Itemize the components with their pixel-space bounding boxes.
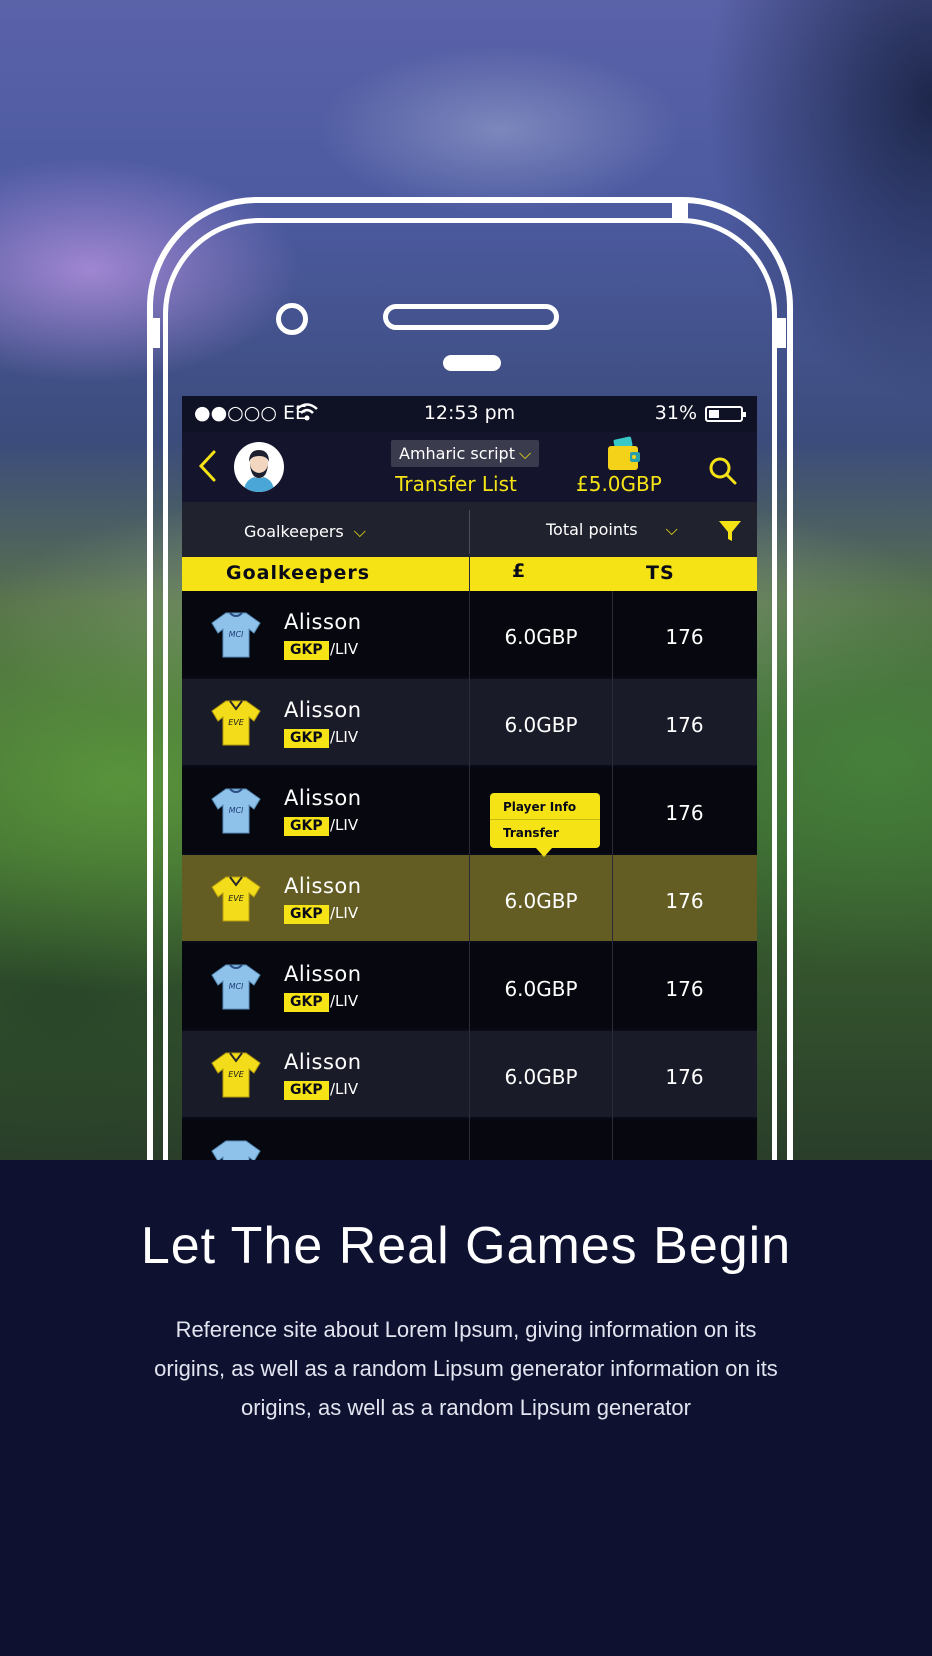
player-name: Alisson — [284, 698, 362, 722]
player-name: Alisson — [284, 962, 362, 986]
position-badge: GKP — [284, 817, 329, 836]
status-bar: ●●○○○ EE 12:53 pm 31% — [182, 396, 757, 432]
front-camera — [276, 303, 308, 335]
promo-headline: Let The Real Games Begin — [140, 1217, 792, 1275]
team-label: /LIV — [330, 728, 359, 746]
player-name: Alisson — [284, 874, 362, 898]
chevron-down-icon: ⌵ — [353, 522, 366, 541]
player-total-score: 176 — [665, 713, 704, 737]
sort-label: Total points — [546, 520, 638, 539]
player-price: 6.0GBP — [504, 889, 578, 913]
jersey-eve-icon: EVE — [211, 700, 261, 746]
position-badge: GKP — [284, 729, 329, 748]
chevron-down-icon: ⌵ — [665, 520, 678, 539]
sort-dropdown[interactable]: Total points ⌵ — [546, 520, 678, 540]
jersey-mci-icon — [211, 1140, 261, 1160]
position-badge: GKP — [284, 993, 329, 1012]
avatar[interactable] — [234, 442, 284, 492]
team-label: /LIV — [330, 1080, 359, 1098]
column-divider — [612, 591, 613, 1160]
player-price: 6.0GBP — [504, 625, 578, 649]
team-label: /LIV — [330, 816, 359, 834]
jersey-mci-icon: MCI — [211, 788, 261, 834]
language-selector[interactable]: Amharic script ⌵ — [391, 440, 540, 467]
column-divider — [469, 557, 470, 1160]
wallet-balance: £5.0GBP — [576, 472, 662, 496]
wallet-icon — [608, 436, 640, 470]
player-total-score: 176 — [665, 889, 704, 913]
header-price[interactable]: £ — [512, 560, 526, 582]
player-price: 6.0GBP — [504, 713, 578, 737]
player-name: Alisson — [284, 1050, 362, 1074]
svg-text:EVE: EVE — [228, 894, 245, 903]
player-total-score: 176 — [665, 801, 704, 825]
jersey-eve-icon: EVE — [211, 876, 261, 922]
battery-percent: 31% — [654, 402, 697, 424]
player-info-option[interactable]: Player Info — [503, 800, 576, 814]
team-label: /LIV — [330, 640, 359, 658]
earpiece-speaker — [383, 304, 559, 330]
jersey-mci-icon: MCI — [211, 612, 261, 658]
transfer-option[interactable]: Transfer — [503, 826, 559, 840]
filter-divider — [469, 510, 470, 554]
search-icon[interactable] — [708, 456, 738, 486]
header-goalkeepers[interactable]: Goalkeepers — [226, 562, 370, 584]
phone-side-button — [150, 318, 160, 348]
user-avatar-icon — [244, 450, 274, 492]
svg-text:MCI: MCI — [229, 982, 244, 991]
position-badge: GKP — [284, 905, 329, 924]
back-icon[interactable] — [196, 448, 218, 484]
svg-text:EVE: EVE — [228, 1070, 245, 1079]
player-total-score: 176 — [665, 1065, 704, 1089]
team-label: /LIV — [330, 992, 359, 1010]
phone-top-button — [672, 200, 688, 220]
header-total-score[interactable]: TS — [646, 562, 675, 584]
position-badge: GKP — [284, 641, 329, 660]
position-filter-label: Goalkeepers — [244, 522, 344, 541]
position-filter-dropdown[interactable]: Goalkeepers ⌵ — [244, 522, 366, 542]
app-screen: ●●○○○ EE 12:53 pm 31% Amharic script ⌵ Tr… — [182, 396, 757, 1160]
player-price: 6.0GBP — [504, 1065, 578, 1089]
chevron-down-icon: ⌵ — [518, 444, 532, 463]
battery-icon — [705, 406, 746, 422]
popup-pointer — [536, 848, 552, 857]
language-label: Amharic script — [399, 444, 515, 463]
svg-text:MCI: MCI — [229, 630, 244, 639]
filter-bar: Goalkeepers ⌵ Total points ⌵ — [182, 502, 757, 557]
svg-text:MCI: MCI — [229, 806, 244, 815]
page-title: Transfer List — [395, 472, 517, 496]
phone-side-button — [776, 318, 786, 348]
player-total-score: 176 — [665, 625, 704, 649]
app-header: Amharic script ⌵ Transfer List £5.0GBP — [182, 432, 757, 502]
popup-divider — [490, 819, 600, 820]
team-label: /LIV — [330, 904, 359, 922]
jersey-eve-icon: EVE — [211, 1052, 261, 1098]
filter-funnel-icon[interactable] — [718, 519, 742, 543]
player-price: 6.0GBP — [504, 977, 578, 1001]
jersey-mci-icon: MCI — [211, 964, 261, 1010]
row-action-popup: Player Info Transfer — [490, 793, 600, 857]
player-name: Alisson — [284, 786, 362, 810]
player-name: Alisson — [284, 610, 362, 634]
proximity-sensor — [443, 355, 501, 371]
svg-text:EVE: EVE — [228, 718, 245, 727]
promo-description: Reference site about Lorem Ipsum, giving… — [154, 1317, 778, 1420]
player-total-score: 176 — [665, 977, 704, 1001]
position-badge: GKP — [284, 1081, 329, 1100]
